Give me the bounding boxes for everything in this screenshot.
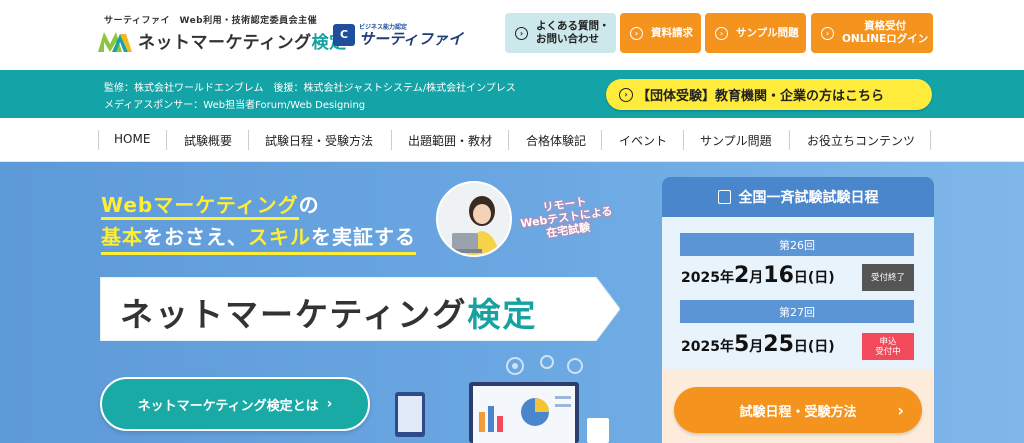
media-sponsor-text: メディアスポンサー：Web担当者Forum/Web Designing	[104, 100, 366, 111]
chevron-right-icon: ›	[630, 26, 643, 40]
nav-item-overview[interactable]: 試験概要	[184, 132, 232, 149]
marketing-illustration	[385, 352, 625, 443]
nav-divider	[930, 130, 931, 150]
remote-test-label: リモート Webテストによる 在宅試験	[519, 195, 614, 240]
partner-name: サーティファイ	[359, 30, 464, 48]
hero-headline-2: 基本をおさえ、スキルを実証する	[101, 221, 416, 255]
hero-headline-1: Webマーケティングの	[101, 189, 320, 220]
certify-mark-icon: C	[333, 23, 355, 46]
woman-at-laptop-image	[436, 181, 512, 257]
nav-item-schedule[interactable]: 試験日程・受験方法	[265, 132, 373, 149]
nav-item-resources[interactable]: お役立ちコンテンツ	[807, 132, 915, 149]
exam-date: 2025年2月16日(日)	[681, 263, 835, 288]
faq-contact-button[interactable]: › よくある質問・ お問い合わせ	[505, 13, 616, 53]
chevron-right-icon: ›	[326, 396, 333, 412]
logo-mark-icon	[98, 30, 132, 52]
nav-divider	[248, 130, 249, 150]
nav-divider	[789, 130, 790, 150]
nav-divider	[98, 130, 99, 150]
exam-schedule-card: 全国一斉試験試験日程 第26回 2025年2月16日(日) 受付終了 第27回 …	[662, 177, 934, 443]
site-header: サーティファイ Web利用・技術認定委員会主催 ネットマーケティング検定 C ビ…	[0, 0, 1024, 70]
group-exam-button[interactable]: › 【団体受験】教育機関・企業の方はこちら	[606, 79, 932, 110]
chevron-right-icon: ›	[897, 400, 904, 420]
partner-logo[interactable]: C ビジネス能力認定 サーティファイ	[333, 22, 463, 47]
sample-questions-button[interactable]: › サンプル問題	[705, 13, 806, 53]
online-login-button[interactable]: › 資格受付 ONLINEログイン	[811, 13, 933, 53]
organizer-text: サーティファイ Web利用・技術認定委員会主催	[104, 16, 318, 26]
nav-divider	[166, 130, 167, 150]
main-nav: HOME 試験概要 試験日程・受験方法 出題範囲・教材 合格体験記 イベント サ…	[0, 118, 1024, 162]
supervision-text: 監修：株式会社ワールドエンブレム 後援：株式会社ジャストシステム/株式会社インプ…	[104, 83, 516, 94]
nav-item-testimonials[interactable]: 合格体験記	[526, 132, 586, 149]
nav-item-samples[interactable]: サンプル問題	[700, 132, 772, 149]
schedule-card-header: 全国一斉試験試験日程	[662, 177, 934, 217]
chevron-right-icon: ›	[515, 26, 528, 40]
nav-divider	[508, 130, 509, 150]
nav-item-home[interactable]: HOME	[114, 132, 150, 146]
nav-item-scope[interactable]: 出題範囲・教材	[408, 132, 492, 149]
round-label: 第26回	[680, 233, 914, 256]
nav-divider	[601, 130, 602, 150]
round-label: 第27回	[680, 300, 914, 323]
exam-date: 2025年5月25日(日)	[681, 332, 835, 357]
site-logo[interactable]: ネットマーケティング検定	[98, 28, 347, 53]
schedule-method-button[interactable]: 試験日程・受験方法 ›	[674, 387, 922, 433]
request-docs-button[interactable]: › 資料請求	[620, 13, 701, 53]
chevron-right-icon: ›	[821, 26, 834, 40]
chevron-right-icon: ›	[619, 87, 633, 102]
nav-divider	[391, 130, 392, 150]
nav-item-events[interactable]: イベント	[619, 132, 667, 149]
calendar-icon	[717, 190, 731, 204]
nav-divider	[683, 130, 684, 150]
logo-title: ネットマーケティング検定	[138, 33, 347, 53]
status-badge: 受付終了	[862, 264, 914, 291]
chevron-right-icon: ›	[715, 26, 728, 40]
about-exam-button[interactable]: ネットマーケティング検定とは ›	[100, 377, 370, 431]
status-badge: 申込 受付中	[862, 333, 914, 360]
hero-title-banner: ネットマーケティング検定	[100, 277, 620, 341]
